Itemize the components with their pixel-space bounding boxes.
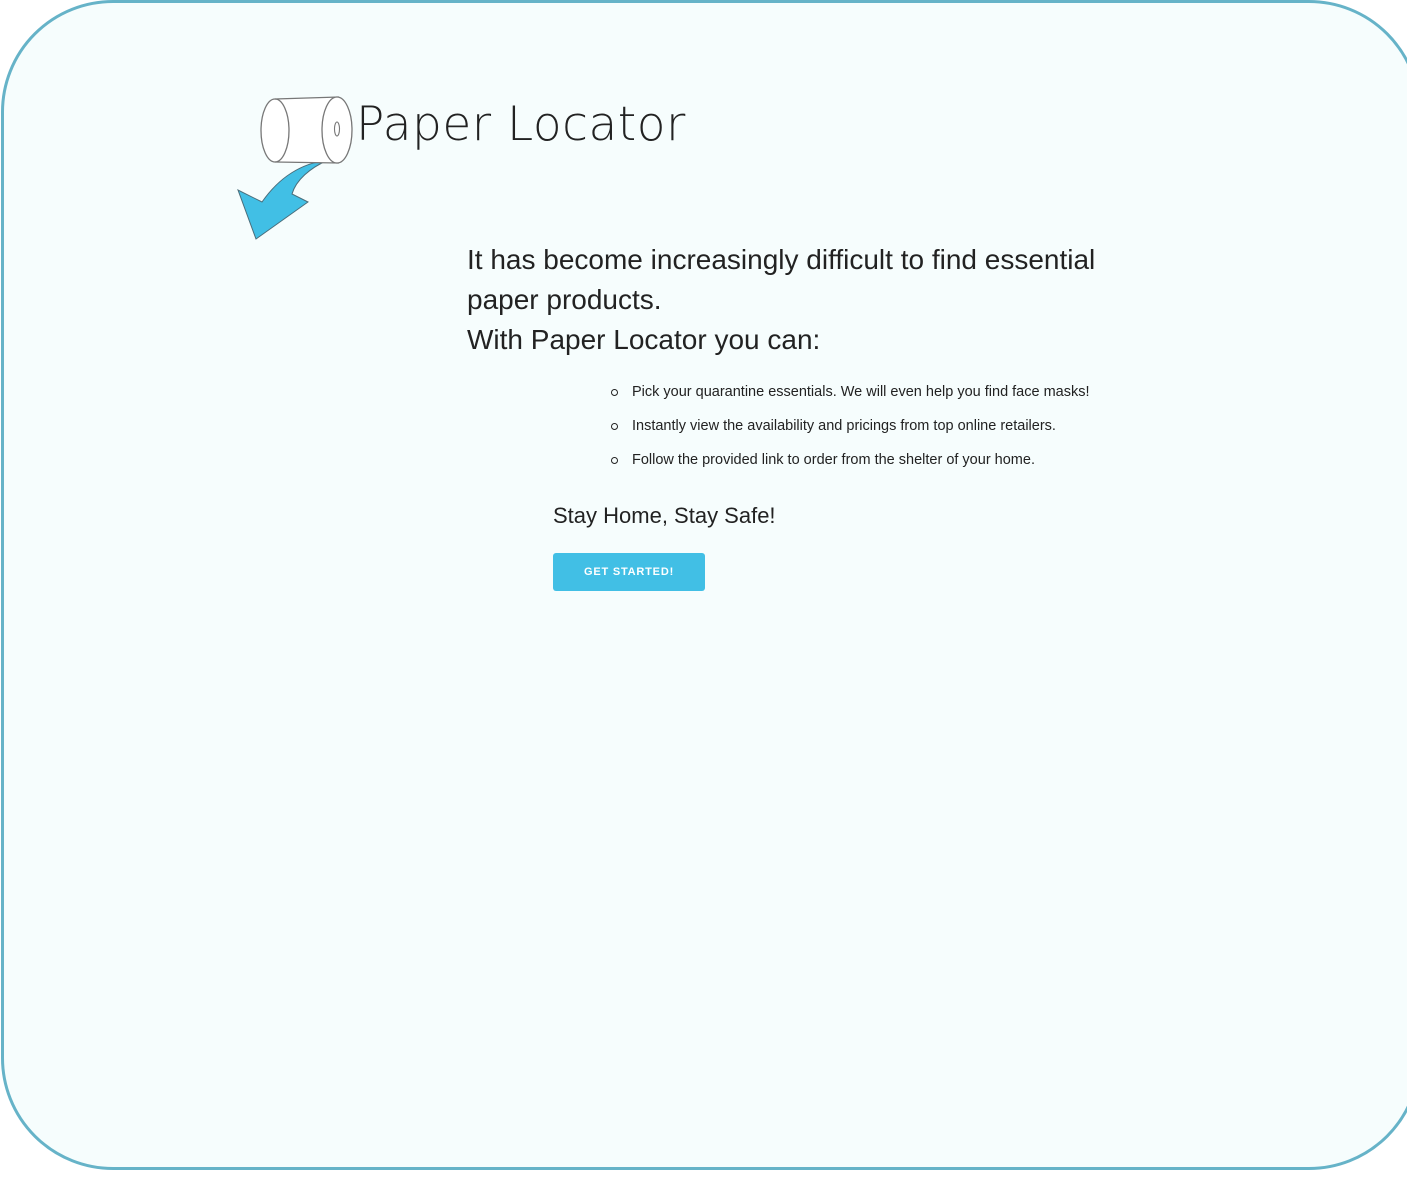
list-item: Follow the provided link to order from t… — [611, 449, 1090, 483]
get-started-button[interactable]: GET STARTED! — [553, 553, 705, 591]
tagline: Stay Home, Stay Safe! — [553, 503, 776, 528]
brand-title: Paper Locator — [356, 97, 686, 152]
intro-text: It has become increasingly difficult to … — [467, 240, 1167, 360]
intro-line-1: It has become increasingly difficult to … — [467, 244, 1096, 315]
feature-list: Pick your quarantine essentials. We will… — [611, 381, 1090, 483]
list-item: Pick your quarantine essentials. We will… — [611, 381, 1090, 415]
list-item: Instantly view the availability and pric… — [611, 415, 1090, 449]
toilet-paper-roll-arrow-icon — [237, 96, 353, 240]
intro-line-2: With Paper Locator you can: — [467, 324, 821, 355]
